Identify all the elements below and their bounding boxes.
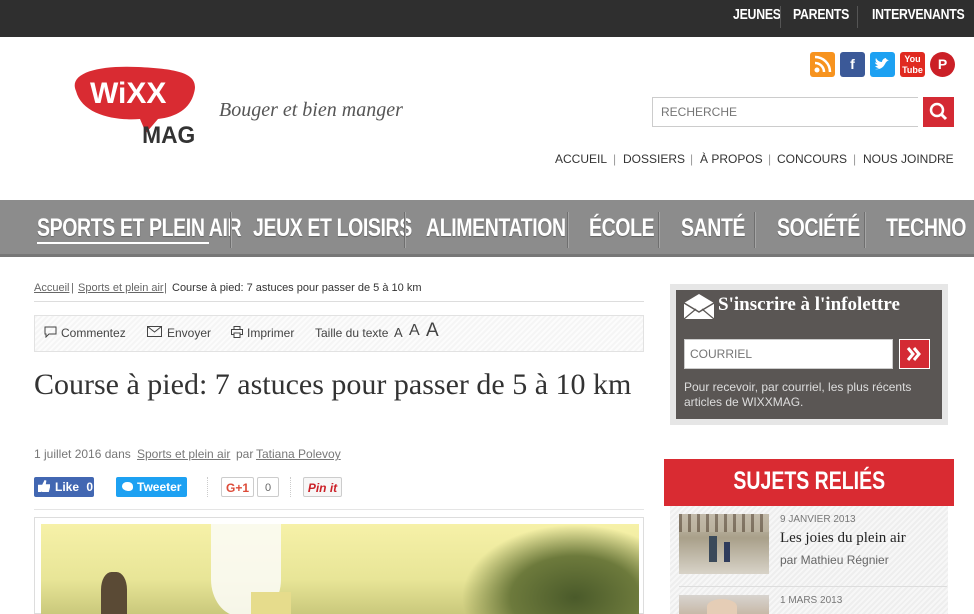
nav-divider <box>864 212 866 248</box>
tweet-button[interactable]: Tweeter <box>116 477 187 497</box>
twitter-bird-icon <box>122 482 133 491</box>
util-divider: | <box>853 152 857 166</box>
util-divider: | <box>768 152 772 166</box>
facebook-like-button[interactable]: Like 0 <box>34 477 94 497</box>
envelope-icon <box>147 326 162 340</box>
search-icon <box>929 102 948 121</box>
article-date: 1 juillet 2016 dans <box>34 447 131 461</box>
print-link[interactable]: Imprimer <box>247 326 294 340</box>
util-nav-concours[interactable]: CONCOURS <box>777 152 847 168</box>
wixxmag-logo[interactable]: WiXX MAG <box>68 63 200 148</box>
nav-divider <box>404 212 406 248</box>
topbar-divider <box>780 6 781 28</box>
related-divider <box>679 586 947 587</box>
text-size-medium[interactable]: A <box>409 322 420 340</box>
send-link[interactable]: Envoyer <box>167 326 211 340</box>
facebook-like-count: 0 <box>86 480 94 494</box>
envelope-icon <box>682 293 716 326</box>
nav-alimentation[interactable]: ALIMENTATION <box>426 200 566 257</box>
facebook-like-label: Like <box>55 480 80 494</box>
tweet-label: Tweeter <box>137 480 182 494</box>
util-nav-accueil[interactable]: ACCUEIL <box>555 152 607 168</box>
topbar-link-intervenants[interactable]: INTERVENANTS <box>872 0 965 37</box>
nav-divider <box>567 212 569 248</box>
text-size-small[interactable]: A <box>394 325 403 340</box>
share-divider <box>207 477 208 497</box>
twitter-icon[interactable] <box>870 52 895 77</box>
topbar-link-jeunes[interactable]: JEUNES <box>733 0 781 37</box>
google-plus-button[interactable]: G+1 <box>221 477 254 497</box>
facebook-icon[interactable]: f <box>840 52 865 77</box>
top-bar: JEUNES PARENTS INTERVENANTS <box>0 0 974 37</box>
nav-divider <box>658 212 660 248</box>
related-date: 1 MARS 2013 <box>780 595 843 606</box>
nav-sports-plein-air[interactable]: SPORTS ET PLEIN AIR <box>37 200 242 257</box>
google-plus-count: 0 <box>257 477 279 497</box>
youtube-icon[interactable]: You Tube <box>900 52 925 77</box>
logo-wixx-text: WiXX <box>90 77 166 110</box>
site-tagline: Bouger et bien manger <box>219 99 403 121</box>
breadcrumb-divider: | <box>71 282 74 294</box>
nav-techno[interactable]: TECHNO <box>886 200 966 257</box>
newsletter-submit-button[interactable] <box>899 339 930 369</box>
article-section-link[interactable]: Sports et plein air <box>137 447 230 461</box>
util-nav-apropos[interactable]: À PROPOS <box>700 152 763 168</box>
breadcrumb-home[interactable]: Accueil <box>34 282 69 294</box>
comment-link[interactable]: Commentez <box>61 326 126 340</box>
newsletter-description: Pour recevoir, par courriel, les plus ré… <box>684 380 912 409</box>
nav-active-underline <box>37 242 209 244</box>
rss-icon[interactable] <box>810 52 835 77</box>
util-nav-dossiers[interactable]: DOSSIERS <box>623 152 685 168</box>
related-thumbnail[interactable] <box>679 514 769 574</box>
double-chevron-icon <box>906 347 921 361</box>
related-thumbnail[interactable] <box>679 595 769 614</box>
util-nav-nousjoindre[interactable]: NOUS JOINDRE <box>863 152 954 168</box>
newsletter-title: S'inscrire à l'infolettre <box>718 294 900 315</box>
search-button[interactable] <box>923 97 954 127</box>
pinterest-icon[interactable]: P <box>930 52 955 77</box>
nav-societe[interactable]: SOCIÉTÉ <box>777 200 860 257</box>
nav-ecole[interactable]: ÉCOLE <box>589 200 655 257</box>
breadcrumb-section[interactable]: Sports et plein air <box>78 282 164 294</box>
search-input[interactable] <box>652 97 918 127</box>
topbar-link-parents[interactable]: PARENTS <box>793 0 849 37</box>
main-navigation: SPORTS ET PLEIN AIR JEUX ET LOISIRS ALIM… <box>0 200 974 257</box>
nav-divider <box>754 212 756 248</box>
share-divider <box>290 477 291 497</box>
hero-image-frame <box>34 517 644 614</box>
text-size-label: Taille du texte <box>315 326 389 340</box>
print-icon <box>231 326 243 341</box>
nav-jeux-loisirs[interactable]: JEUX ET LOISIRS <box>253 200 412 257</box>
logo-mag-text: MAG <box>142 121 195 145</box>
related-date: 9 JANVIER 2013 <box>780 514 856 525</box>
article-title: Course à pied: 7 astuces pour passer de … <box>34 368 632 401</box>
util-divider: | <box>613 152 617 166</box>
pin-it-button[interactable]: Pin it <box>303 477 342 497</box>
thumbs-up-icon <box>38 480 50 492</box>
share-rule <box>34 509 644 510</box>
breadcrumb-rule <box>34 301 644 302</box>
breadcrumb-current: Course à pied: 7 astuces pour passer de … <box>172 282 422 294</box>
comment-icon <box>44 326 57 341</box>
related-author: par Mathieu Régnier <box>780 553 889 567</box>
article-by: par <box>236 447 254 461</box>
breadcrumb-divider: | <box>164 282 167 294</box>
related-title: SUJETS RELIÉS <box>733 467 885 495</box>
nav-sante[interactable]: SANTÉ <box>681 200 746 257</box>
article-author-link[interactable]: Tatiana Polevoy <box>256 447 341 461</box>
topbar-divider <box>857 6 858 28</box>
nav-divider <box>230 212 232 248</box>
related-item-title[interactable]: Les joies du plein air <box>780 530 906 547</box>
util-divider: | <box>690 152 694 166</box>
hero-image <box>41 524 639 614</box>
newsletter-email-input[interactable] <box>684 339 893 369</box>
text-size-large[interactable]: A <box>426 320 439 342</box>
